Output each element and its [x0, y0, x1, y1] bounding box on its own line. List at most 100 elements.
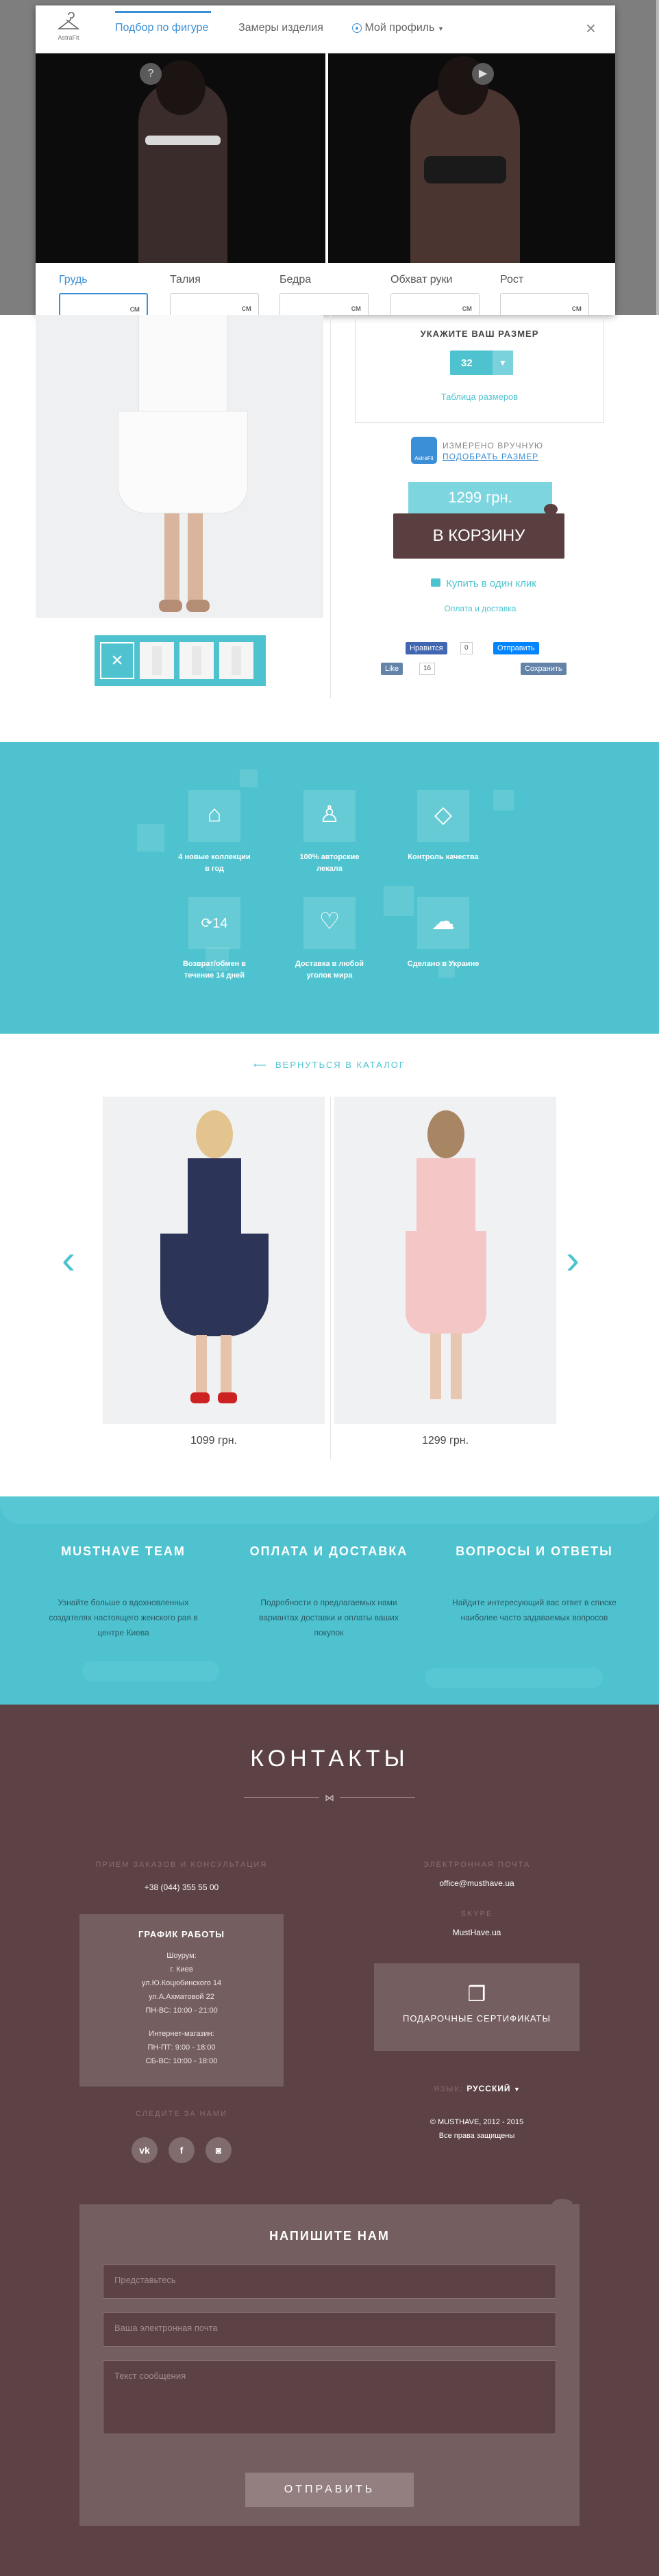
size-table-link[interactable]: Таблица размеров: [356, 392, 604, 402]
arm-input[interactable]: см: [390, 293, 480, 315]
hips-label: Бедра: [279, 274, 312, 285]
feature-delivery: ♡ Доставка в любой уголок мира: [292, 897, 367, 982]
gift-certificates-button[interactable]: ❒ ПОДАРОЧНЫЕ СЕРТИФИКАТЫ: [374, 1963, 580, 2051]
active-tab-indicator: [115, 11, 211, 13]
scrollbar[interactable]: [656, 0, 659, 315]
astrafit-widget[interactable]: AstraFit ИЗМЕРЕНО ВРУЧНУЮ ПОДОБРАТЬ РАЗМ…: [411, 435, 548, 466]
back-to-catalog-link[interactable]: ⟵ ВЕРНУТЬСЯ В КАТАЛОГ: [0, 1060, 659, 1071]
thumbnail-strip: ×: [95, 635, 266, 686]
hours-line: ПН-ВС: 10:00 - 21:00: [145, 2006, 218, 2015]
gift-icon: ❒: [467, 1983, 486, 2006]
thumbnail[interactable]: [219, 642, 253, 679]
feature-ukraine: ☁ Сделано в Украине: [406, 897, 481, 970]
musthave-team-link[interactable]: MUSTHAVE TEAM: [21, 1544, 226, 1559]
faq-link[interactable]: ВОПРОСЫ И ОТВЕТЫ: [432, 1544, 637, 1559]
size-title: УКАЖИТЕ ВАШ РАЗМЕР: [420, 329, 539, 339]
video-icon[interactable]: ▶: [472, 63, 494, 85]
size-select[interactable]: 32 ▼: [450, 350, 513, 375]
unit-label: см: [571, 303, 582, 313]
contacts-section: КОНТАКТЫ ⋈ ПРИЕМ ЗАКАЗОВ И КОНСУЛЬТАЦИЯ …: [0, 1705, 659, 2576]
language-switcher[interactable]: ЯЗЫК: РУССКИЙ ▼: [374, 2082, 580, 2095]
buy-one-click-link[interactable]: Купить в один клик: [408, 578, 559, 589]
thumbnail[interactable]: [179, 642, 214, 679]
thumbnail-close[interactable]: ×: [100, 642, 134, 679]
form-decoration: [552, 2199, 573, 2210]
close-icon[interactable]: ×: [586, 19, 596, 37]
phone-number[interactable]: +38 (044) 355 55 00: [79, 1883, 284, 1892]
tab-my-profile[interactable]: ● Мой профиль ▼: [352, 22, 444, 34]
submit-button[interactable]: ОТПРАВИТЬ: [245, 2473, 414, 2507]
payment-delivery-link[interactable]: ОПЛАТА И ДОСТАВКА: [226, 1544, 432, 1559]
arm-label: Обхват руки: [390, 274, 453, 285]
feature-collections: ⌂ 4 новые коллекции в год: [177, 790, 252, 875]
unit-label: см: [241, 303, 251, 313]
vk-like-button[interactable]: Like: [381, 663, 403, 675]
help-icon[interactable]: ?: [140, 63, 162, 85]
skype-label: SKYPE: [460, 1910, 493, 1918]
skype-link[interactable]: MustHave.ua: [374, 1928, 580, 1937]
contact-form: НАПИШИТЕ НАМ Представьтесь Ваша электрон…: [79, 2199, 580, 2526]
hours-line: г. Киев: [170, 1965, 193, 1974]
product-image[interactable]: [36, 315, 323, 618]
fb-send-label: Отправить: [497, 644, 535, 652]
info-text: Подробности о предлагаемых нами варианта…: [259, 1598, 399, 1637]
message-textarea[interactable]: Текст сообщения: [103, 2360, 556, 2434]
hanger-icon: ⌂: [207, 801, 222, 827]
unit-label: см: [129, 304, 140, 314]
pick-size-link[interactable]: ПОДОБРАТЬ РАЗМЕР: [443, 452, 538, 461]
waist-label: Талия: [170, 274, 201, 285]
email-link[interactable]: office@musthave.ua: [374, 1878, 580, 1888]
work-hours-box: ГРАФИК РАБОТЫ Шоурум: г. Киев ул.Ю.Коцюб…: [79, 1914, 284, 2087]
height-label: Рост: [500, 274, 524, 285]
save-button[interactable]: Сохранить: [521, 663, 567, 675]
fb-like-button[interactable]: Нравится: [406, 642, 447, 654]
chest-input[interactable]: см: [59, 293, 148, 315]
hours-line: СБ-ВС: 10:00 - 18:00: [145, 2057, 218, 2065]
related-product-image[interactable]: [334, 1097, 556, 1424]
vk-icon[interactable]: vk: [132, 2137, 158, 2163]
column-divider: [330, 315, 331, 698]
arm-field: Обхват руки см: [390, 274, 480, 315]
name-input[interactable]: Представьтесь: [103, 2265, 556, 2299]
feature-text: Сделано в Украине: [407, 960, 480, 968]
fb-like-count: 0: [460, 642, 473, 654]
feature-quality: ◇ Контроль качества: [406, 790, 481, 863]
chevron-left-icon[interactable]: ‹: [62, 1239, 75, 1280]
copyright: © MUSTHAVE, 2012 - 2015: [430, 2118, 524, 2126]
info-text: Найдите интересующий вас ответ в списке …: [452, 1598, 617, 1622]
unit-label: см: [462, 303, 472, 313]
chevron-down-icon: ▼: [437, 25, 444, 32]
language-value: РУССКИЙ: [467, 2084, 511, 2093]
feature-text: Возврат/обмен в течение 14 дней: [182, 960, 247, 980]
height-input[interactable]: см: [500, 293, 589, 315]
chevron-down-icon: ▼: [514, 2086, 520, 2093]
photo-back-measure: ?: [36, 53, 325, 263]
chest-field: Грудь см: [59, 274, 148, 315]
arrow-left-icon: ⟵: [253, 1060, 275, 1070]
waist-input[interactable]: см: [170, 293, 259, 315]
gift-label: ПОДАРОЧНЫЕ СЕРТИФИКАТЫ: [402, 2013, 551, 2024]
hips-input[interactable]: см: [279, 293, 369, 315]
exchange-14-icon: ⟳14: [201, 916, 228, 931]
facebook-icon[interactable]: f: [169, 2137, 195, 2163]
shirt-icon: ♙: [319, 802, 340, 828]
add-to-cart-button[interactable]: В КОРЗИНУ: [393, 513, 564, 559]
shopping-bag-icon: ♡: [319, 908, 340, 934]
hours-line: ул.А.Ахматовой 22: [149, 1993, 214, 2001]
delivery-link[interactable]: Оплата и доставка: [408, 604, 552, 613]
language-label: ЯЗЫК:: [434, 2085, 464, 2093]
instagram-icon[interactable]: ◙: [206, 2137, 232, 2163]
fb-send-button[interactable]: Отправить: [493, 642, 539, 654]
lock-icon: [431, 578, 441, 587]
tab-figure-fit[interactable]: Подбор по фигуре: [115, 22, 208, 34]
tab-garment-measures[interactable]: Замеры изделия: [238, 22, 323, 34]
follow-label: СЛЕДИТЕ ЗА НАМИ: [136, 2110, 227, 2118]
chevron-right-icon[interactable]: ›: [566, 1239, 580, 1280]
feature-text: 100% авторские лекала: [299, 853, 360, 873]
one-click-label: Купить в один клик: [446, 578, 536, 589]
related-product-image[interactable]: [103, 1097, 325, 1424]
related-divider: [330, 1097, 331, 1459]
thumbnail[interactable]: [140, 642, 174, 679]
feature-text: 4 новые коллекции в год: [178, 853, 251, 873]
email-input[interactable]: Ваша электронная почта: [103, 2312, 556, 2347]
